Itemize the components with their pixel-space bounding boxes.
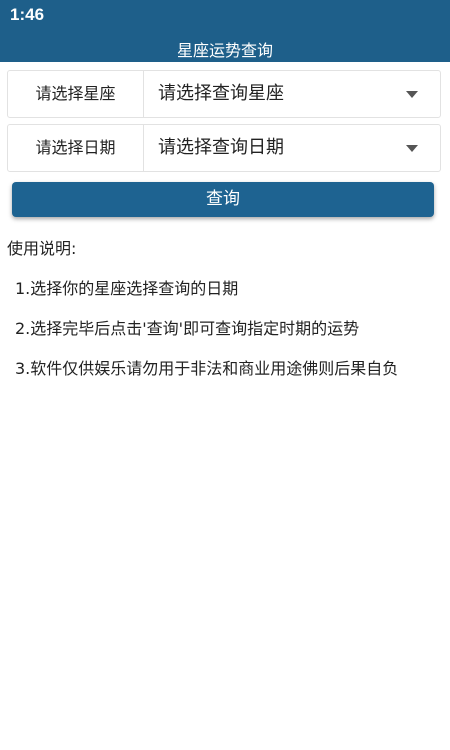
status-bar: 1:46 [0,0,450,32]
date-select-label: 请选择日期 [8,125,144,171]
status-time: 1:46 [10,5,45,24]
instruction-item: 1.选择你的星座选择查询的日期 [15,279,239,298]
sign-select-value[interactable]: 请选择查询星座 [158,71,284,117]
instruction-item: 3.软件仅供娱乐请勿用于非法和商业用途佛则后果自负 [15,359,399,378]
instruction-item: 2.选择完毕后点击'查询'即可查询指定时期的运势 [15,319,360,338]
app-bar: 星座运势查询 [0,32,450,62]
date-select[interactable]: 请选择日期 请选择查询日期 [7,124,441,172]
chevron-down-icon[interactable] [406,145,418,152]
date-select-value[interactable]: 请选择查询日期 [158,125,284,171]
app-screen: 1:46 星座运势查询 请选择星座 请选择查询星座 请选择日期 请选择查询日期 … [0,0,450,750]
query-button[interactable]: 查询 [12,182,434,217]
page-title: 星座运势查询 [176,41,273,60]
chevron-down-icon[interactable] [406,91,418,98]
instructions-title: 使用说明: [7,239,77,258]
sign-select-label: 请选择星座 [8,71,144,117]
sign-select[interactable]: 请选择星座 请选择查询星座 [7,70,441,118]
